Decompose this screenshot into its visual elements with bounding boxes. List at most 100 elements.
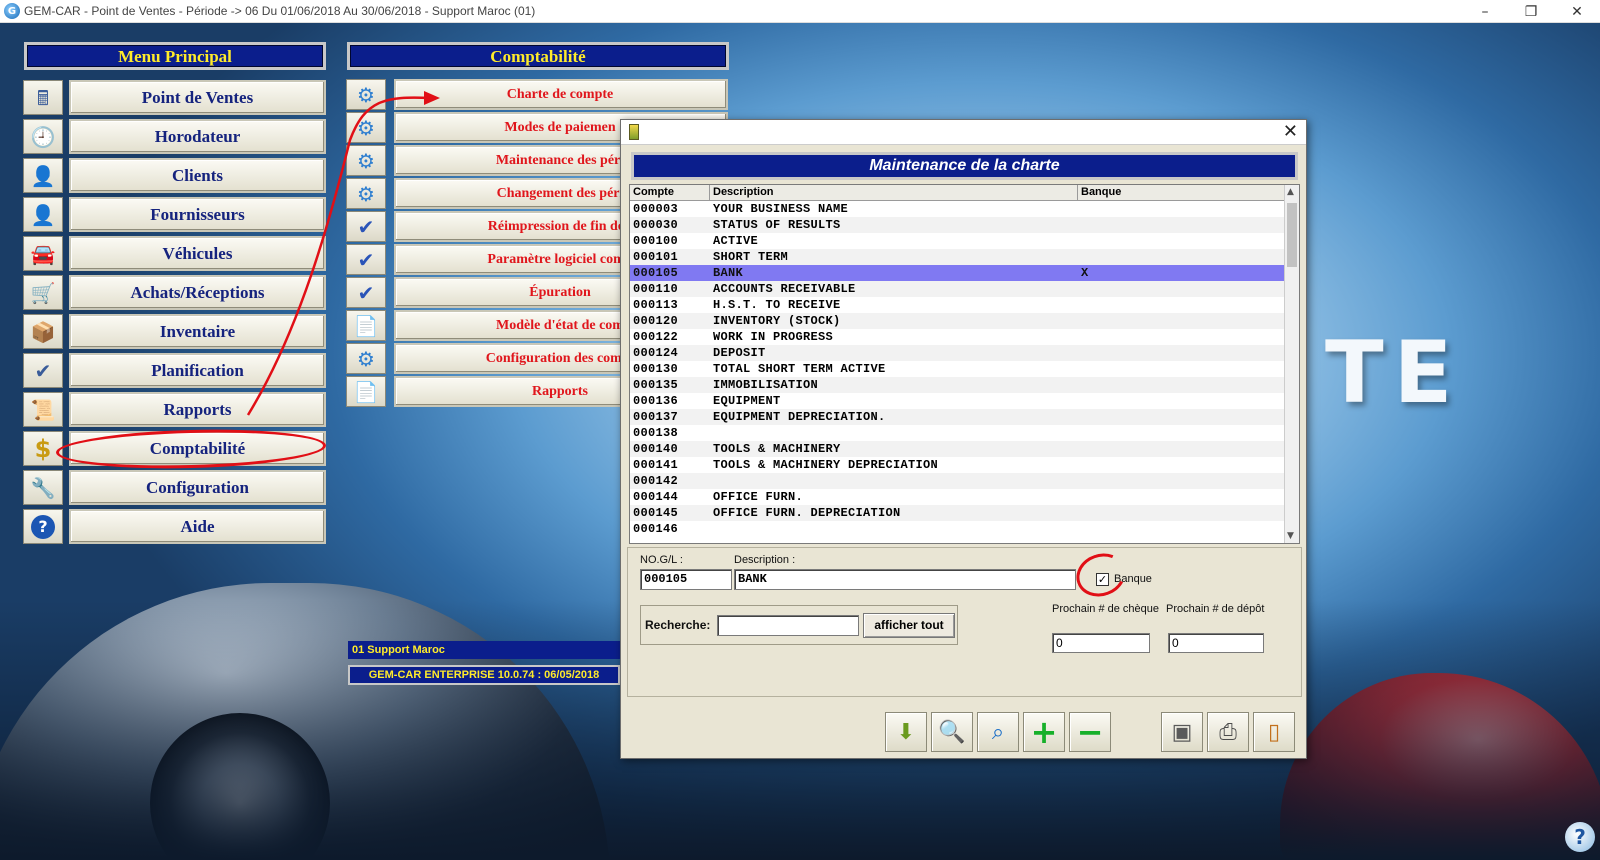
table-row[interactable]: 000122 WORK IN PROGRESS	[630, 329, 1299, 345]
cell-description: OFFICE FURN.	[713, 490, 804, 504]
cell-description: INVENTORY (STOCK)	[713, 314, 841, 328]
cell-banque	[1078, 521, 1283, 537]
cell-banque	[1078, 233, 1283, 249]
maintenance-charte-dialog: ✕ Maintenance de la charte Compte Descri…	[620, 119, 1307, 759]
help-corner-icon[interactable]: ?	[1565, 822, 1595, 852]
afficher-tout-button[interactable]: afficher tout	[863, 613, 955, 638]
cell-banque	[1078, 281, 1283, 297]
no-gl-label: NO.G/L :	[640, 554, 683, 566]
cell-description: TOOLS & MACHINERY	[713, 442, 841, 456]
cell-banque	[1078, 217, 1283, 233]
table-row[interactable]: 000110 ACCOUNTS RECEIVABLE	[630, 281, 1299, 297]
traffic-light-icon	[629, 124, 639, 140]
cell-description: EQUIPMENT	[713, 394, 781, 408]
table-row[interactable]: 000140 TOOLS & MACHINERY	[630, 441, 1299, 457]
table-row[interactable]: 000030 STATUS OF RESULTS	[630, 217, 1299, 233]
grid-header: Compte Description Banque	[630, 185, 1299, 201]
cell-banque	[1078, 361, 1283, 377]
cell-compte: 000141	[633, 458, 679, 472]
cell-description: TOOLS & MACHINERY DEPRECIATION	[713, 458, 939, 472]
cell-description: EQUIPMENT DEPRECIATION.	[713, 410, 886, 424]
print-button[interactable]: ⎙	[1207, 712, 1249, 752]
cell-banque	[1078, 473, 1283, 489]
cell-description: YOUR BUSINESS NAME	[713, 202, 849, 216]
key-search-button[interactable]: 🔍	[931, 712, 973, 752]
cell-compte: 000136	[633, 394, 679, 408]
scroll-thumb[interactable]	[1287, 203, 1297, 267]
table-row[interactable]: 000142	[630, 473, 1299, 489]
table-row[interactable]: 000141 TOOLS & MACHINERY DEPRECIATION	[630, 457, 1299, 473]
cell-description: H.S.T. TO RECEIVE	[713, 298, 841, 312]
remove-button[interactable]: −	[1069, 712, 1111, 752]
depot-label: Prochain # de dépôt	[1166, 603, 1265, 615]
search-button[interactable]: ⌕	[977, 712, 1019, 752]
dialog-close-button[interactable]: ✕	[1283, 121, 1298, 142]
cell-description: BANK	[713, 266, 744, 280]
scroll-up-icon[interactable]: ▲	[1287, 187, 1294, 197]
table-row[interactable]: 000100 ACTIVE	[630, 233, 1299, 249]
cell-banque	[1078, 393, 1283, 409]
add-button[interactable]: +	[1023, 712, 1065, 752]
cell-compte: 000142	[633, 474, 679, 488]
cell-compte: 000130	[633, 362, 679, 376]
cell-description: OFFICE FURN. DEPRECIATION	[713, 506, 901, 520]
depot-field[interactable]: 0	[1168, 633, 1264, 653]
description-field[interactable]: BANK	[734, 569, 1076, 590]
magnifier-icon: ⌕	[991, 719, 1005, 745]
no-gl-field[interactable]: 000105	[640, 569, 732, 590]
recherche-label: Recherche:	[645, 618, 711, 632]
table-row[interactable]: 000137 EQUIPMENT DEPRECIATION.	[630, 409, 1299, 425]
cell-compte: 000138	[633, 426, 679, 440]
column-header-banque[interactable]: Banque	[1078, 185, 1283, 200]
table-row[interactable]: 000138	[630, 425, 1299, 441]
cell-banque	[1078, 441, 1283, 457]
dialog-titlebar: ✕	[621, 120, 1306, 145]
table-row[interactable]: 000146	[630, 521, 1299, 537]
cell-description: TOTAL SHORT TERM ACTIVE	[713, 362, 886, 376]
cell-compte: 000145	[633, 506, 679, 520]
column-header-compte[interactable]: Compte	[630, 185, 710, 200]
cell-banque	[1078, 249, 1283, 265]
table-row[interactable]: 000101 SHORT TERM	[630, 249, 1299, 265]
cell-compte: 000124	[633, 346, 679, 360]
add-icon: +	[1030, 713, 1058, 751]
cheque-label: Prochain # de chèque	[1052, 603, 1160, 615]
cell-banque	[1078, 425, 1283, 441]
search-group: Recherche: afficher tout	[640, 605, 958, 645]
cell-banque	[1078, 345, 1283, 361]
table-row[interactable]: 000124 DEPOSIT	[630, 345, 1299, 361]
table-row[interactable]: 000130 TOTAL SHORT TERM ACTIVE	[630, 361, 1299, 377]
key-search-icon: 🔍	[938, 719, 966, 745]
table-row[interactable]: 000105 BANK X	[630, 265, 1299, 281]
cell-compte: 000003	[633, 202, 679, 216]
table-row[interactable]: 000120 INVENTORY (STOCK)	[630, 313, 1299, 329]
exit-door-icon: ▯	[1267, 719, 1281, 745]
table-row[interactable]: 000135 IMMOBILISATION	[630, 377, 1299, 393]
cell-compte: 000113	[633, 298, 679, 312]
accounts-grid: Compte Description Banque 000003 YOUR BUS…	[629, 184, 1300, 544]
banque-highlight-ring	[1070, 546, 1132, 604]
cell-description: STATUS OF RESULTS	[713, 218, 841, 232]
cell-banque: X	[1081, 266, 1089, 280]
dialog-banner: Maintenance de la charte	[631, 152, 1298, 180]
table-row[interactable]: 000145 OFFICE FURN. DEPRECIATION	[630, 505, 1299, 521]
cell-compte: 000135	[633, 378, 679, 392]
table-row[interactable]: 000113 H.S.T. TO RECEIVE	[630, 297, 1299, 313]
cell-description: WORK IN PROGRESS	[713, 330, 834, 344]
recherche-field[interactable]	[717, 615, 859, 636]
cheque-field[interactable]: 0	[1052, 633, 1150, 653]
save-disk-icon: ▣	[1171, 719, 1193, 745]
column-header-description[interactable]: Description	[710, 185, 1078, 200]
save-button[interactable]: ▣	[1161, 712, 1203, 752]
table-row[interactable]: 000136 EQUIPMENT	[630, 393, 1299, 409]
cell-banque	[1078, 297, 1283, 313]
cell-banque	[1078, 457, 1283, 473]
table-row[interactable]: 000144 OFFICE FURN.	[630, 489, 1299, 505]
grid-scrollbar[interactable]: ▲ ▼	[1284, 185, 1299, 543]
exit-button[interactable]: ▯	[1253, 712, 1295, 752]
cell-banque	[1078, 377, 1283, 393]
scroll-down-icon[interactable]: ▼	[1287, 531, 1294, 541]
import-button[interactable]: ⬇	[885, 712, 927, 752]
cell-banque	[1078, 489, 1283, 505]
table-row[interactable]: 000003 YOUR BUSINESS NAME	[630, 201, 1299, 217]
